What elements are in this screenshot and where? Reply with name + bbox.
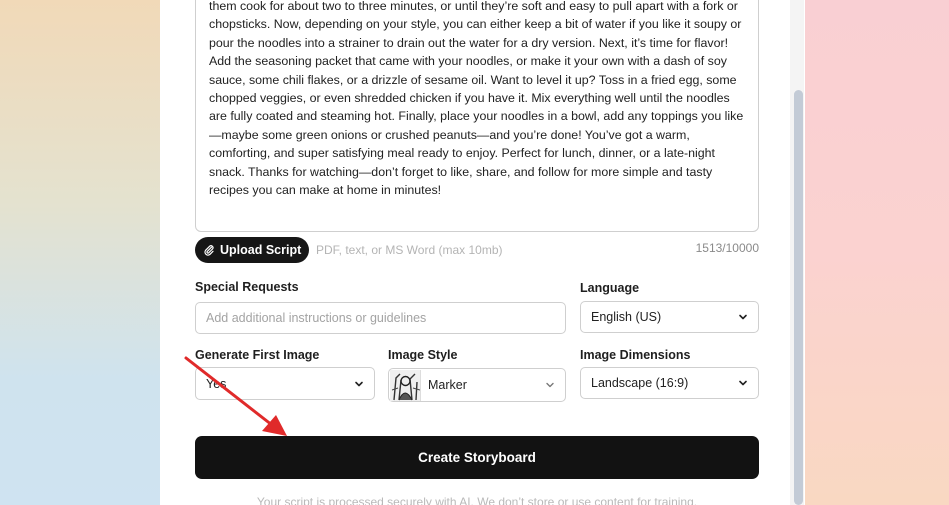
upload-script-label: Upload Script — [220, 243, 302, 257]
language-value: English (US) — [591, 310, 662, 324]
image-style-label: Image Style — [388, 348, 458, 362]
language-label: Language — [580, 281, 640, 295]
chevron-down-icon — [546, 382, 554, 388]
marker-style-thumbnail — [390, 370, 421, 401]
image-dimensions-select[interactable]: Landscape (16:9) — [580, 367, 759, 399]
image-dimensions-value: Landscape (16:9) — [591, 376, 689, 390]
upload-hint: PDF, text, or MS Word (max 10mb) — [316, 243, 503, 257]
generate-first-image-select[interactable]: Yes — [195, 367, 375, 400]
image-style-select[interactable]: Marker — [388, 368, 566, 402]
scrollbar-thumb[interactable] — [794, 90, 803, 505]
chevron-down-icon — [739, 314, 747, 320]
special-requests-input[interactable] — [206, 311, 555, 325]
image-style-value: Marker — [428, 378, 467, 392]
special-requests-label: Special Requests — [195, 280, 299, 294]
upload-script-button[interactable]: Upload Script — [195, 237, 309, 263]
upload-row: Upload Script PDF, text, or MS Word (max… — [195, 237, 759, 263]
create-storyboard-label: Create Storyboard — [418, 450, 536, 465]
script-textarea[interactable]: them cook for about two to three minutes… — [195, 0, 759, 232]
special-requests-field[interactable] — [195, 302, 566, 334]
image-dimensions-label: Image Dimensions — [580, 348, 691, 362]
chevron-down-icon — [739, 380, 747, 386]
character-count: 1513/10000 — [695, 241, 759, 255]
generate-first-image-label: Generate First Image — [195, 348, 320, 362]
chevron-down-icon — [355, 381, 363, 386]
background-right — [805, 0, 949, 505]
paperclip-icon — [204, 245, 214, 256]
generate-first-image-value: Yes — [206, 376, 227, 391]
script-text: them cook for about two to three minutes… — [209, 0, 744, 198]
create-storyboard-button[interactable]: Create Storyboard — [195, 436, 759, 479]
language-select[interactable]: English (US) — [580, 301, 759, 333]
privacy-note: Your script is processed securely with A… — [256, 495, 698, 505]
background-left — [0, 0, 160, 505]
